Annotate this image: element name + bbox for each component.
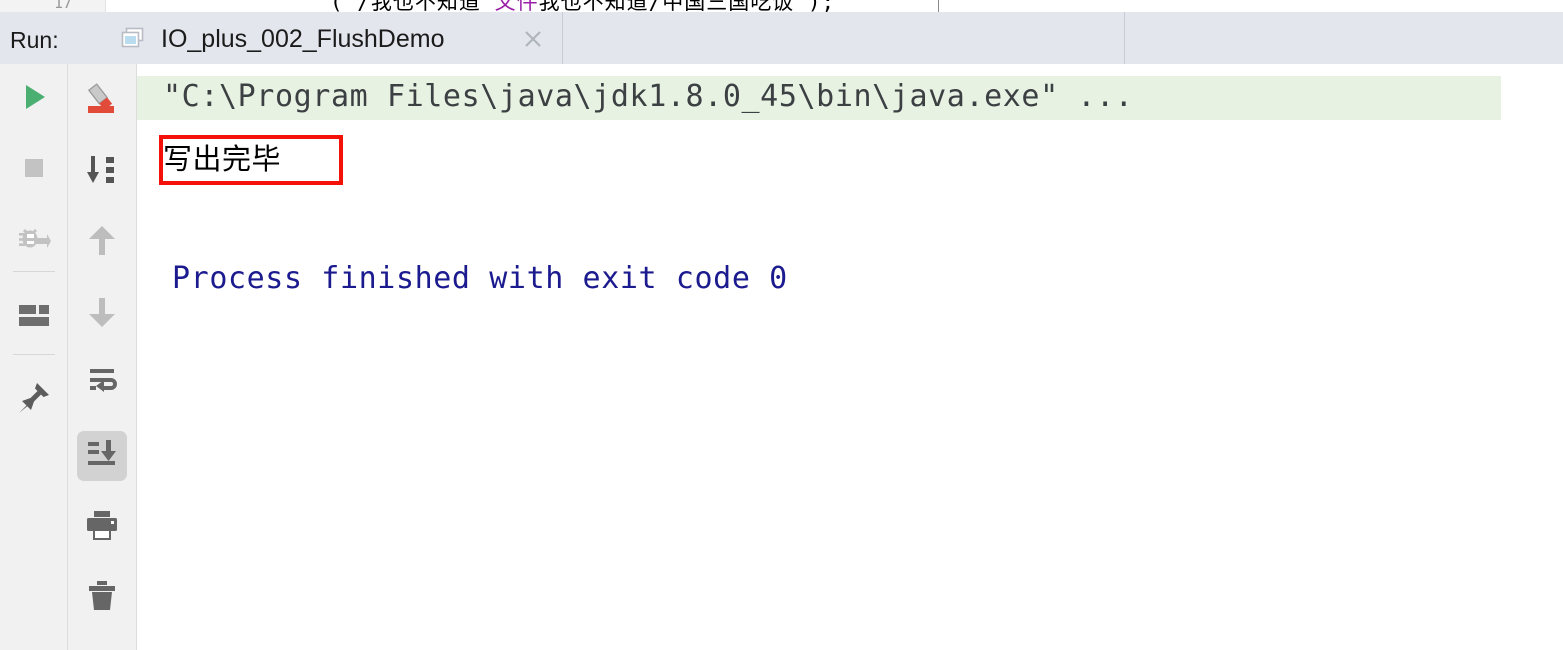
header-divider-1	[562, 12, 563, 64]
run-label: Run:	[10, 27, 59, 53]
console-program-output: 写出完毕	[163, 136, 281, 178]
attach-debugger-button[interactable]	[9, 216, 59, 266]
tab-io-plus-002-flushdemo[interactable]: IO_plus_002_FlushDemo	[93, 12, 579, 64]
editor-caret	[938, 0, 939, 12]
editor-code-fragment: ("/我也不知道 文件我也不知道/中国三国吃饭");	[330, 0, 835, 12]
clear-all-button[interactable]	[77, 76, 127, 126]
soft-wrap-icon	[85, 367, 119, 404]
toolbar-separator-1	[13, 271, 55, 272]
trash-icon	[87, 580, 117, 617]
stop-button[interactable]	[9, 145, 59, 195]
bug-attach-icon	[17, 222, 51, 261]
console-command-line: "C:\Program Files\java\jdk1.8.0_45\bin\j…	[163, 79, 1134, 114]
code-keyword: 文件	[494, 0, 539, 12]
run-header-bar: Run: IO_plus_002_FlushDemo	[0, 12, 1563, 76]
header-divider-2	[1124, 12, 1125, 64]
console-command-line-row: "C:\Program Files\java\jdk1.8.0_45\bin\j…	[137, 76, 1501, 120]
rerun-button[interactable]	[9, 74, 59, 124]
toolbar-separator-2	[13, 354, 55, 355]
up-the-stack-button[interactable]	[77, 218, 127, 268]
run-tool-window: 17 ("/我也不知道 文件我也不知道/中国三国吃饭"); Run: IO_pl…	[0, 0, 1563, 650]
code-text-before: ("/我也不知道	[330, 0, 495, 12]
play-icon	[18, 81, 50, 118]
print-button[interactable]	[77, 502, 127, 552]
trash-button[interactable]	[77, 573, 127, 623]
editor-line-number: 17	[54, 0, 73, 12]
layout-icon	[18, 303, 50, 334]
console-output-area[interactable]: "C:\Program Files\java\jdk1.8.0_45\bin\j…	[137, 64, 1563, 650]
editor-sliver: 17 ("/我也不知道 文件我也不知道/中国三国吃饭");	[0, 0, 1563, 12]
soft-wrap-button[interactable]	[77, 360, 127, 410]
pin-tab-button[interactable]	[9, 375, 59, 425]
eraser-icon	[84, 81, 120, 122]
printer-icon	[85, 509, 119, 546]
arrow-down-icon	[87, 296, 117, 333]
sort-down-dots-icon	[85, 154, 119, 191]
editor-gutter	[0, 0, 106, 12]
restore-layout-button[interactable]	[9, 293, 59, 343]
down-the-stack-button[interactable]	[77, 289, 127, 339]
stop-square-icon	[18, 152, 50, 189]
tab-title: IO_plus_002_FlushDemo	[161, 25, 445, 53]
console-exit-line: Process finished with exit code 0	[172, 261, 788, 296]
console-controls-toolbar	[68, 64, 137, 650]
run-controls-toolbar	[0, 64, 68, 650]
console-window-icon	[121, 27, 145, 49]
pin-icon	[17, 381, 51, 420]
scroll-to-top-button[interactable]	[77, 147, 127, 197]
program-output-text: 写出完毕	[163, 142, 282, 176]
scroll-to-end-button[interactable]	[77, 431, 127, 481]
arrow-up-icon	[87, 225, 117, 262]
scroll-to-end-icon	[86, 439, 118, 474]
code-text-after: 我也不知道/中国三国吃饭");	[538, 0, 836, 12]
close-icon[interactable]	[523, 29, 543, 49]
